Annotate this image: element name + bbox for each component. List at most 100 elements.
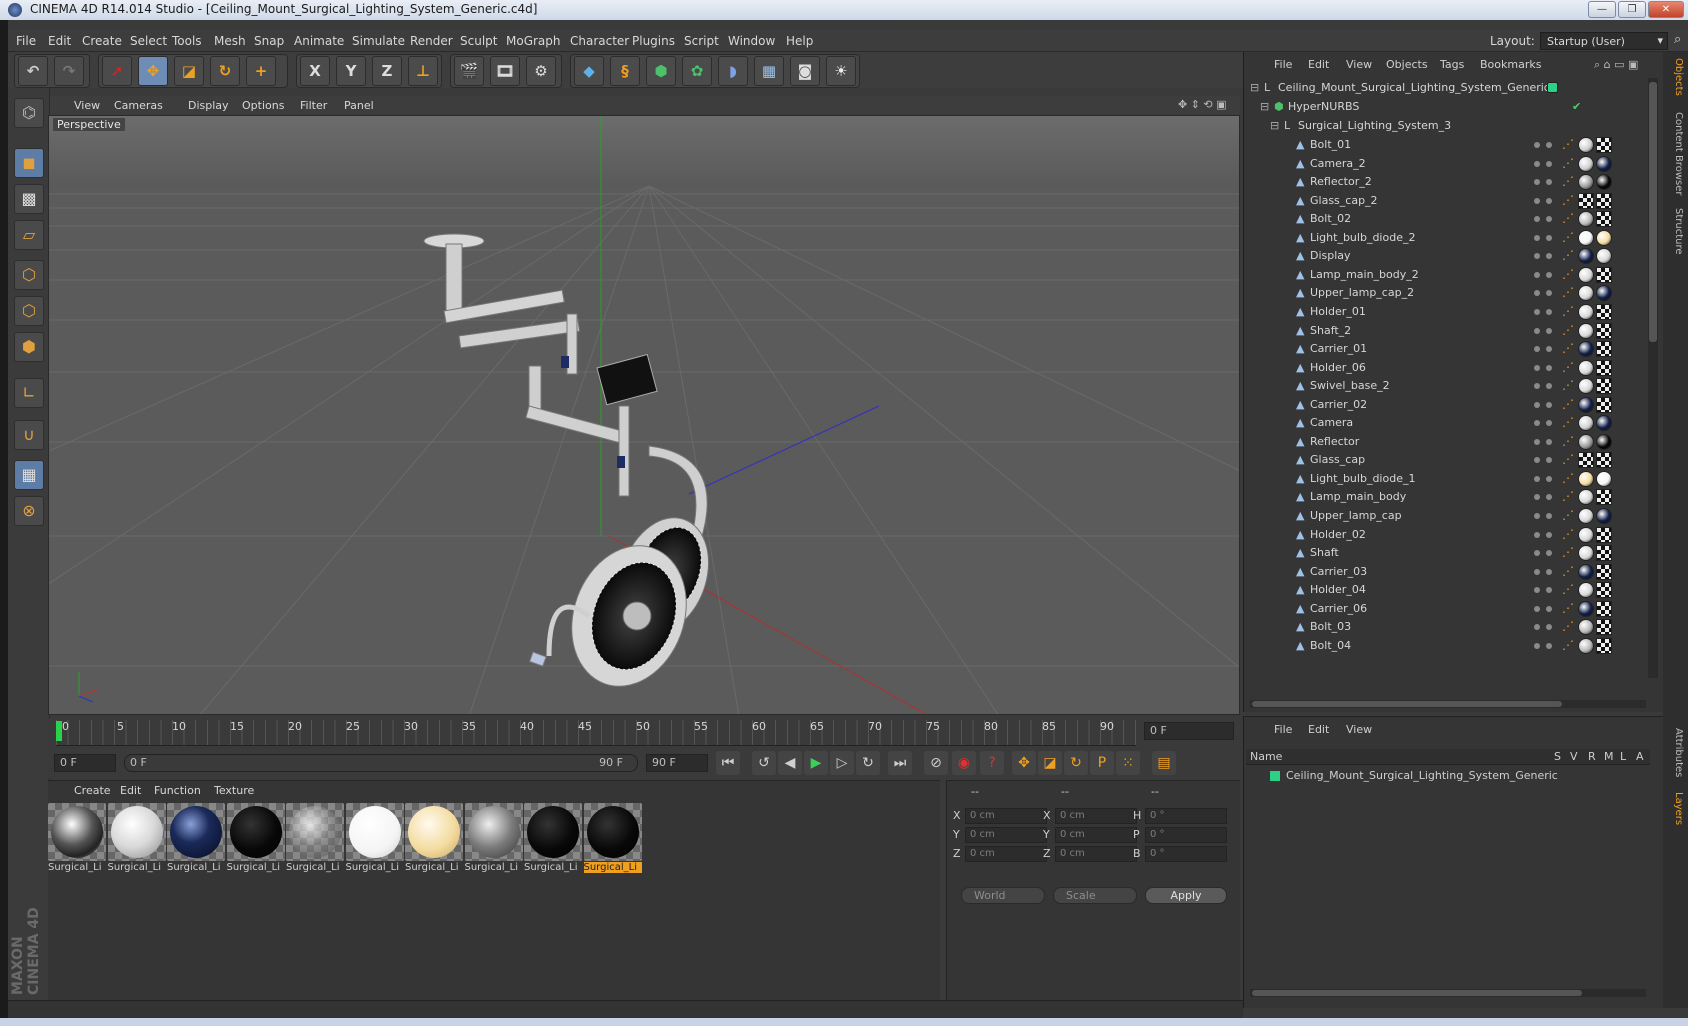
- camera-icon[interactable]: ◙: [790, 56, 820, 86]
- material-tag-icon[interactable]: [1596, 285, 1612, 302]
- render-view-icon[interactable]: 🎬: [454, 56, 484, 86]
- render-dot[interactable]: [1546, 494, 1552, 501]
- menu-script[interactable]: Script: [684, 34, 719, 48]
- key-pla-icon[interactable]: ⁙: [1116, 751, 1140, 775]
- material-tag-icon[interactable]: [1596, 303, 1612, 320]
- record-icon[interactable]: ◉: [952, 751, 976, 775]
- obj-menu-tags[interactable]: Tags: [1440, 58, 1464, 71]
- material-swatch[interactable]: Surgical_Li: [524, 803, 582, 873]
- material-tag-icon[interactable]: [1578, 341, 1594, 358]
- material-tag-icon[interactable]: [1578, 508, 1594, 524]
- layer-hscrollbar[interactable]: [1250, 989, 1646, 997]
- visibility-dot[interactable]: [1534, 383, 1540, 390]
- menu-help[interactable]: Help: [786, 34, 813, 48]
- phong-tag-icon[interactable]: ⋰: [1562, 230, 1574, 244]
- start-frame-field[interactable]: 0 F: [54, 754, 116, 772]
- phong-tag-icon[interactable]: ⋰: [1562, 582, 1574, 596]
- material-tag-icon[interactable]: [1596, 341, 1612, 358]
- render-dot[interactable]: [1546, 142, 1552, 148]
- material-tag-icon[interactable]: [1596, 359, 1612, 376]
- loop-forward-icon[interactable]: ↻: [856, 751, 880, 775]
- render-dot[interactable]: [1546, 160, 1552, 167]
- tree-row[interactable]: ▲ Bolt_04 ⋰: [1244, 636, 1650, 656]
- current-frame-field[interactable]: 0 F: [1144, 722, 1234, 740]
- visibility-dot[interactable]: [1534, 364, 1540, 371]
- visibility-dot[interactable]: [1534, 327, 1540, 334]
- array-icon[interactable]: ✿: [682, 56, 712, 86]
- phong-tag-icon[interactable]: ⋰: [1562, 619, 1574, 633]
- tree-row[interactable]: ▲ Display ⋰: [1244, 246, 1650, 266]
- menu-render[interactable]: Render: [410, 34, 453, 48]
- layer-menu-view[interactable]: View: [1346, 723, 1372, 736]
- material-tag-icon[interactable]: [1578, 619, 1594, 636]
- y-axis-lock-button[interactable]: Y: [336, 56, 366, 86]
- phong-tag-icon[interactable]: ⋰: [1562, 193, 1574, 207]
- timeline-window-icon[interactable]: ▤: [1152, 751, 1176, 775]
- material-tag-icon[interactable]: [1596, 508, 1612, 524]
- tree-row[interactable]: ▲ Lamp_main_body_2 ⋰: [1244, 265, 1650, 285]
- material-swatch[interactable]: Surgical_Li: [405, 803, 463, 873]
- phong-tag-icon[interactable]: ⋰: [1562, 323, 1574, 337]
- redo-button[interactable]: ↷: [54, 56, 84, 86]
- material-tag-icon[interactable]: [1578, 378, 1594, 395]
- undo-button[interactable]: ↶: [18, 56, 48, 86]
- phong-tag-icon[interactable]: ⋰: [1562, 452, 1574, 466]
- soft-selection-icon[interactable]: ⊗: [14, 496, 44, 526]
- visibility-dot[interactable]: [1534, 605, 1540, 612]
- obj-menu-objects[interactable]: Objects: [1386, 58, 1428, 71]
- deformer-icon[interactable]: ◗: [718, 56, 748, 86]
- material-tag-icon[interactable]: [1596, 637, 1612, 654]
- texture-mode-icon[interactable]: ▩: [14, 184, 44, 214]
- render-dot[interactable]: [1546, 624, 1552, 631]
- visibility-dot[interactable]: [1534, 438, 1540, 445]
- render-dot[interactable]: [1546, 271, 1552, 278]
- render-dot[interactable]: [1546, 513, 1552, 519]
- material-tag-icon[interactable]: [1596, 266, 1612, 283]
- coord-size-field[interactable]: 0 cm: [1055, 827, 1137, 843]
- coord-mode-select[interactable]: World: [961, 887, 1045, 904]
- play-icon[interactable]: ▶: [804, 751, 828, 775]
- render-dot[interactable]: [1546, 568, 1552, 575]
- material-tag-icon[interactable]: [1578, 563, 1594, 580]
- menu-select[interactable]: Select: [130, 34, 167, 48]
- tab-attributes[interactable]: Attributes: [1666, 728, 1684, 777]
- scale-icon[interactable]: ◪: [174, 56, 204, 86]
- visibility-dot[interactable]: [1534, 271, 1540, 278]
- z-axis-lock-button[interactable]: Z: [372, 56, 402, 86]
- visibility-dot[interactable]: [1534, 531, 1540, 538]
- obj-menu-bookmarks[interactable]: Bookmarks: [1480, 58, 1541, 71]
- tree-row[interactable]: ▲ Carrier_03 ⋰: [1244, 562, 1650, 582]
- tab-content-browser[interactable]: Content Browser: [1666, 112, 1684, 195]
- tree-row[interactable]: ▲ Shaft_2 ⋰: [1244, 321, 1650, 341]
- material-tag-icon[interactable]: [1596, 192, 1612, 209]
- render-dot[interactable]: [1546, 216, 1552, 223]
- material-tag-icon[interactable]: [1596, 526, 1612, 543]
- phong-tag-icon[interactable]: ⋰: [1562, 471, 1574, 485]
- layer-menu-file[interactable]: File: [1274, 723, 1292, 736]
- render-settings-icon[interactable]: ⚙: [526, 56, 556, 86]
- render-dot[interactable]: [1546, 401, 1552, 408]
- phong-tag-icon[interactable]: ⋰: [1562, 434, 1574, 448]
- material-swatch[interactable]: Surgical_Li: [167, 803, 225, 873]
- material-tag-icon[interactable]: [1596, 489, 1612, 506]
- visibility-dot[interactable]: [1534, 624, 1540, 631]
- material-swatch[interactable]: Surgical_Li: [583, 803, 642, 873]
- render-dot[interactable]: [1546, 420, 1552, 427]
- material-tag-icon[interactable]: [1596, 155, 1612, 172]
- coordinate-system-icon[interactable]: ⊥: [408, 56, 438, 86]
- rotate-icon[interactable]: ↻: [210, 56, 240, 86]
- tree-row[interactable]: ▲ Shaft ⋰: [1244, 543, 1650, 563]
- tree-row[interactable]: ▲ Glass_cap ⋰: [1244, 450, 1650, 470]
- collapse-icon[interactable]: ⊟: [1250, 82, 1260, 94]
- tree-row[interactable]: ▲ Reflector_2 ⋰: [1244, 172, 1650, 192]
- viewport-menu-panel[interactable]: Panel: [344, 99, 374, 112]
- tab-layers[interactable]: Layers: [1666, 792, 1684, 825]
- material-tag-icon[interactable]: [1578, 526, 1594, 543]
- phong-tag-icon[interactable]: ⋰: [1562, 378, 1574, 392]
- tree-row[interactable]: ▲ Carrier_01 ⋰: [1244, 339, 1650, 359]
- material-swatch[interactable]: Surgical_Li: [345, 803, 404, 873]
- step-back-icon[interactable]: ◀: [778, 751, 802, 775]
- make-editable-icon[interactable]: ⌬: [14, 98, 44, 128]
- axis-mode-icon[interactable]: ∟: [14, 378, 44, 408]
- material-tag-icon[interactable]: [1578, 322, 1594, 339]
